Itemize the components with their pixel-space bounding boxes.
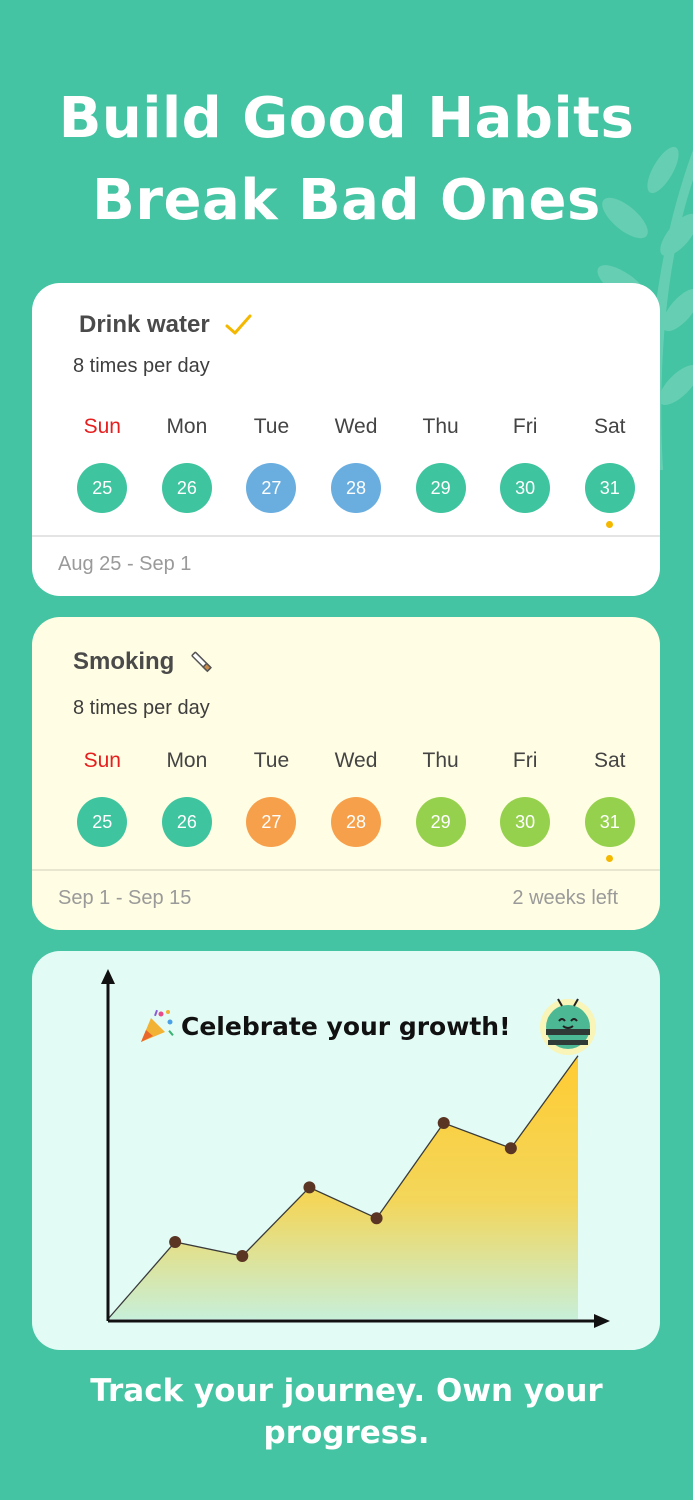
day-date-circle[interactable]: 31 xyxy=(584,797,635,847)
data-point xyxy=(437,1117,450,1129)
day-date-circle[interactable]: 25 xyxy=(77,797,128,847)
party-popper-icon xyxy=(141,1009,174,1042)
day-date-circle[interactable]: 27 xyxy=(246,463,297,513)
day-date-circle[interactable]: 29 xyxy=(415,463,466,513)
time-remaining: 2 weeks left xyxy=(512,887,618,909)
day-date-circle[interactable]: 28 xyxy=(331,797,382,847)
data-point xyxy=(236,1250,249,1262)
day-label: Sun xyxy=(83,415,121,438)
day-fri[interactable]: Fri 30 xyxy=(483,749,568,862)
day-date-circle[interactable]: 28 xyxy=(331,463,382,513)
day-wed[interactable]: Wed 28 xyxy=(314,749,399,862)
habit-card-drink-water[interactable]: Drink water 8 times per day Sun 25 Mon 26 Tu… xyxy=(32,283,660,596)
day-thu[interactable]: Thu 29 xyxy=(398,415,483,528)
data-point xyxy=(504,1142,517,1155)
day-thu[interactable]: Thu 29 xyxy=(398,749,483,862)
day-label: Tue xyxy=(253,749,290,772)
day-label: Wed xyxy=(334,749,378,772)
chart-title: Celebrate your growth! xyxy=(137,1008,510,1044)
date-range: Aug 25 - Sep 1 xyxy=(58,553,192,575)
habit-frequency: 8 times per day xyxy=(73,355,210,377)
growth-chart-card: Celebrate your growth! xyxy=(32,951,660,1350)
tagline: Track your journey. Own your progress. xyxy=(90,1373,603,1451)
day-mon[interactable]: Mon 26 xyxy=(145,415,230,528)
day-date-circle[interactable]: 29 xyxy=(415,797,466,847)
chart-title-text: Celebrate your growth! xyxy=(181,1011,511,1041)
cigarette-icon xyxy=(191,651,213,673)
bee-mascot-icon xyxy=(540,998,596,1055)
day-label: Mon xyxy=(166,415,208,438)
habit-title-text: Smoking xyxy=(73,648,175,675)
day-label: Sat xyxy=(593,415,626,438)
habit-frequency: 8 times per day xyxy=(73,697,210,719)
habit-title: Smoking xyxy=(73,648,214,676)
habit-title-text: Drink water xyxy=(79,311,210,338)
day-label: Tue xyxy=(253,415,290,438)
x-axis-arrow-icon xyxy=(594,1314,610,1328)
day-date-circle[interactable]: 30 xyxy=(500,797,551,847)
growth-area xyxy=(108,1055,578,1319)
day-sat[interactable]: Sat 31 xyxy=(567,415,652,528)
day-label: Fri xyxy=(512,415,538,438)
y-axis-arrow-icon xyxy=(101,969,115,984)
checkmark-icon xyxy=(225,314,252,335)
habit-card-smoking[interactable]: Smoking 8 times per day Sun 25 Mon 26 Tue 27 W… xyxy=(32,617,660,930)
today-indicator xyxy=(606,855,614,862)
day-sun[interactable]: Sun 25 xyxy=(60,415,145,528)
data-point xyxy=(370,1212,383,1225)
day-label: Thu xyxy=(422,749,459,772)
day-label: Mon xyxy=(166,749,208,772)
day-fri[interactable]: Fri 30 xyxy=(483,415,568,528)
day-date-circle[interactable]: 26 xyxy=(161,797,212,847)
day-mon[interactable]: Mon 26 xyxy=(145,749,230,862)
day-date-circle[interactable]: 27 xyxy=(246,797,297,847)
day-tue[interactable]: Tue 27 xyxy=(229,749,314,862)
day-sun[interactable]: Sun 25 xyxy=(60,749,145,862)
day-label: Thu xyxy=(422,415,459,438)
week-row: Sun 25 Mon 26 Tue 27 Wed 28 Thu 29 Fri 30 Sat 31 xyxy=(60,749,652,862)
divider xyxy=(32,869,660,871)
today-indicator xyxy=(606,521,614,528)
day-label: Sun xyxy=(83,749,121,772)
data-point xyxy=(303,1181,316,1194)
date-range: Sep 1 - Sep 15 xyxy=(58,887,192,909)
day-wed[interactable]: Wed 28 xyxy=(314,415,399,528)
day-date-circle[interactable]: 26 xyxy=(161,463,212,513)
day-label: Sat xyxy=(593,749,626,772)
day-tue[interactable]: Tue 27 xyxy=(229,415,314,528)
day-date-circle[interactable]: 25 xyxy=(77,463,128,513)
day-sat[interactable]: Sat 31 xyxy=(567,749,652,862)
habit-title: Drink water xyxy=(79,311,252,339)
data-point xyxy=(169,1236,182,1248)
day-date-circle[interactable]: 31 xyxy=(584,463,635,513)
week-row: Sun 25 Mon 26 Tue 27 Wed 28 Thu 29 Fri 30 Sat 31 xyxy=(60,415,652,528)
day-date-circle[interactable]: 30 xyxy=(500,463,551,513)
day-label: Wed xyxy=(334,415,378,438)
divider xyxy=(32,535,660,537)
day-label: Fri xyxy=(512,749,538,772)
